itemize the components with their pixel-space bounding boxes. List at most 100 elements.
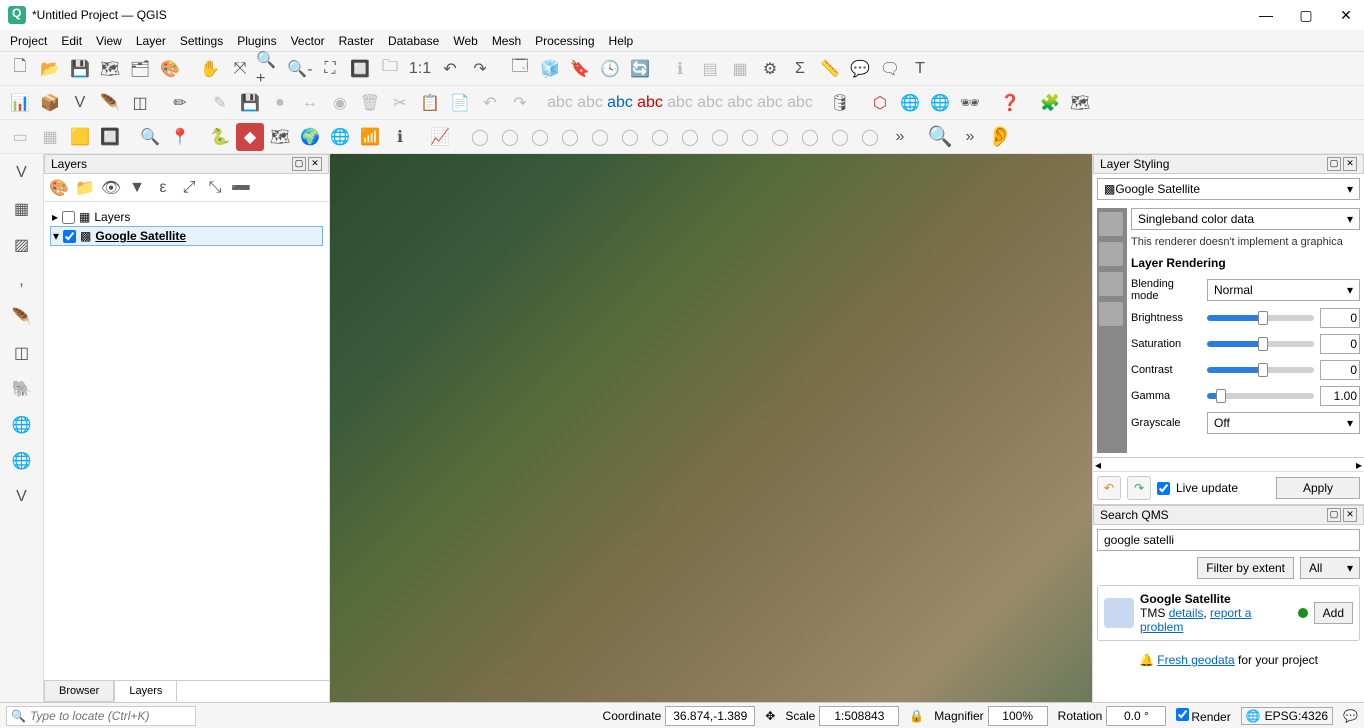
new-print-layout-icon[interactable]: 🗺 <box>96 55 124 83</box>
render-type-select[interactable]: Singleband color data <box>1131 208 1360 230</box>
histogram-tab-icon[interactable] <box>1099 272 1123 296</box>
profile-tool-icon[interactable]: 📈 <box>426 123 454 151</box>
label-tool6-icon[interactable]: abc <box>756 89 784 117</box>
menu-view[interactable]: View <box>96 34 122 48</box>
new-shapefile-icon[interactable]: V <box>66 89 94 117</box>
pan-icon[interactable]: ✋ <box>196 55 224 83</box>
menu-web[interactable]: Web <box>453 34 477 48</box>
zoom-selection-icon[interactable]: 🔲 <box>346 55 374 83</box>
new-geopackage-icon[interactable]: 📦 <box>36 89 64 117</box>
zoom-next-icon[interactable]: ↷ <box>466 55 494 83</box>
apply-button[interactable]: Apply <box>1276 477 1360 499</box>
refresh-icon[interactable]: 🔄 <box>626 55 654 83</box>
copy-features-icon[interactable]: 📋 <box>416 89 444 117</box>
dig-tool1-icon[interactable]: ◯ <box>466 123 494 151</box>
add-spatialite-icon[interactable]: 🪶 <box>7 302 37 332</box>
move-feature-icon[interactable]: ↔ <box>296 89 324 117</box>
overflow-2-icon[interactable]: » <box>956 123 984 151</box>
menu-plugins[interactable]: Plugins <box>237 34 276 48</box>
menu-settings[interactable]: Settings <box>180 34 223 48</box>
add-feature-icon[interactable]: ● <box>266 89 294 117</box>
undo-style-button[interactable]: ↶ <box>1097 476 1121 500</box>
lock-scale-icon[interactable]: 🔒 <box>909 709 924 723</box>
zoom-out-icon[interactable]: 🔍- <box>286 55 314 83</box>
mask-icon[interactable]: 🕶 <box>956 89 984 117</box>
brightness-slider[interactable] <box>1207 315 1314 321</box>
web-settings-icon[interactable]: 🌐 <box>926 89 954 117</box>
label-tool7-icon[interactable]: abc <box>786 89 814 117</box>
saturation-slider[interactable] <box>1207 341 1314 347</box>
menu-edit[interactable]: Edit <box>61 34 82 48</box>
tab-layers[interactable]: Layers <box>114 681 177 702</box>
render-checkbox[interactable]: Render <box>1176 708 1230 724</box>
map-tips-icon[interactable]: 💬 <box>846 55 874 83</box>
messages-icon[interactable]: 💬 <box>1343 709 1358 723</box>
dig-tool4-icon[interactable]: ◯ <box>556 123 584 151</box>
grayscale-select[interactable]: Off <box>1207 412 1360 434</box>
zoom-native-icon[interactable]: 1:1 <box>406 55 434 83</box>
new-project-icon[interactable]: 🗋 <box>6 55 34 83</box>
tab-browser[interactable]: Browser <box>44 681 114 702</box>
rotation-input[interactable] <box>1106 706 1166 726</box>
show-layout-manager-icon[interactable]: 🗂 <box>126 55 154 83</box>
remove-layer-icon[interactable]: ➖ <box>230 177 252 199</box>
expression-filter-icon[interactable]: ε <box>152 177 174 199</box>
history-tab-icon[interactable] <box>1099 302 1123 326</box>
add-vector-icon[interactable]: V <box>7 158 37 188</box>
zoom-last-icon[interactable]: ↶ <box>436 55 464 83</box>
toolbox-icon[interactable]: ⚙ <box>756 55 784 83</box>
identify-icon[interactable]: ℹ <box>666 55 694 83</box>
pan-to-selection-icon[interactable]: ⤧ <box>226 55 254 83</box>
styling-scrollbar[interactable]: ◂▸ <box>1093 457 1364 471</box>
dig-tool11-icon[interactable]: ◯ <box>766 123 794 151</box>
invert-selection-icon[interactable]: 🔲 <box>96 123 124 151</box>
search-blue-icon[interactable]: 🔍 <box>926 123 954 151</box>
dig-tool6-icon[interactable]: ◯ <box>616 123 644 151</box>
tree-item-google-satellite[interactable]: ▾ ▩ Google Satellite <box>50 226 323 246</box>
save-edits-icon[interactable]: 💾 <box>236 89 264 117</box>
filter-legend-icon[interactable]: ▼ <box>126 177 148 199</box>
qms-undock-button[interactable]: ▢ <box>1327 508 1341 522</box>
deselect-all-icon[interactable]: 🟨 <box>66 123 94 151</box>
dig-tool13-icon[interactable]: ◯ <box>826 123 854 151</box>
add-group-icon[interactable]: 📁 <box>74 177 96 199</box>
add-wcs-icon[interactable]: 🌐 <box>7 446 37 476</box>
crs-button[interactable]: 🌐 EPSG:4326 <box>1241 707 1333 725</box>
gps-info-icon[interactable]: 📶 <box>356 123 384 151</box>
contrast-slider[interactable] <box>1207 367 1314 373</box>
statistics-icon[interactable]: Σ <box>786 55 814 83</box>
menu-help[interactable]: Help <box>609 34 634 48</box>
brightness-input[interactable] <box>1320 308 1360 328</box>
label-tool5-icon[interactable]: abc <box>726 89 754 117</box>
ear-icon[interactable]: 👂 <box>986 123 1014 151</box>
live-update-checkbox[interactable]: Live update <box>1157 481 1238 495</box>
open-layer-styling-icon[interactable]: 🎨 <box>48 177 70 199</box>
layers-close-button[interactable]: ✕ <box>308 157 322 171</box>
minimize-button[interactable]: — <box>1256 7 1276 24</box>
symbology-tab-icon[interactable] <box>1099 212 1123 236</box>
menu-raster[interactable]: Raster <box>339 34 374 48</box>
menu-project[interactable]: Project <box>10 34 47 48</box>
label-highlight-icon[interactable]: abc <box>606 89 634 117</box>
new-virtual-layer-icon[interactable]: ◫ <box>126 89 154 117</box>
maximize-button[interactable]: ▢ <box>1296 7 1316 24</box>
locator-input[interactable] <box>30 709 191 723</box>
globe-icon[interactable]: 🌐 <box>326 123 354 151</box>
redo-icon[interactable]: ↷ <box>506 89 534 117</box>
saturation-input[interactable] <box>1320 334 1360 354</box>
undo-icon[interactable]: ↶ <box>476 89 504 117</box>
dig-tool2-icon[interactable]: ◯ <box>496 123 524 151</box>
add-mesh-icon[interactable]: ▨ <box>7 230 37 260</box>
contrast-input[interactable] <box>1320 360 1360 380</box>
label-pin-icon[interactable]: abc <box>636 89 664 117</box>
mouse-extents-icon[interactable]: ✥ <box>765 709 775 723</box>
dig-tool14-icon[interactable]: ◯ <box>856 123 884 151</box>
db-manager-icon[interactable]: 🛢 <box>826 89 854 117</box>
add-wfs-icon[interactable]: V <box>7 482 37 512</box>
scale-input[interactable] <box>819 706 899 726</box>
cut-features-icon[interactable]: ✂ <box>386 89 414 117</box>
text-annotation-icon[interactable]: T <box>906 55 934 83</box>
styling-layer-select[interactable]: ▩ Google Satellite <box>1097 178 1360 200</box>
open-project-icon[interactable]: 📂 <box>36 55 64 83</box>
filter-by-extent-button[interactable]: Filter by extent <box>1197 557 1294 579</box>
